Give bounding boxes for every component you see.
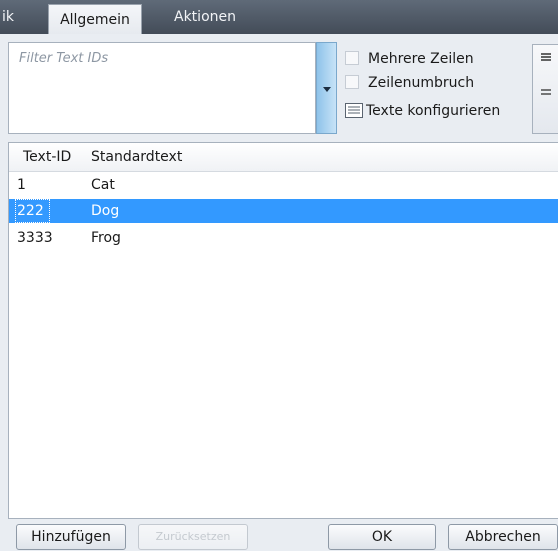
tab-strip: ik Allgemein Aktionen: [0, 0, 558, 34]
text-grid: Text-ID Standardtext 1 Cat 222 Dog 3333 …: [8, 142, 558, 519]
cell-text-id[interactable]: 222: [15, 199, 50, 223]
table-row[interactable]: 1 Cat: [9, 173, 558, 197]
table-row-selected[interactable]: 222 Dog: [9, 199, 558, 223]
reset-button[interactable]: Zurücksetzen: [138, 524, 248, 550]
side-toolbar-button[interactable]: [532, 44, 558, 134]
ok-button[interactable]: OK: [328, 524, 436, 550]
cell-standard-text: Dog: [91, 203, 120, 219]
text-list-icon: [345, 103, 363, 118]
cancel-button[interactable]: Abbrechen: [448, 524, 558, 550]
column-header-standard-text[interactable]: Standardtext: [91, 143, 182, 171]
filter-box: [8, 42, 316, 134]
multiline-checkbox[interactable]: [345, 51, 359, 65]
list-icon: [541, 53, 551, 61]
tab-partial[interactable]: ik: [0, 0, 42, 34]
wrap-checkbox-row[interactable]: Zeilenumbruch: [345, 73, 474, 93]
cell-text-id: 1: [17, 177, 26, 193]
configure-texts-button[interactable]: Texte konfigurieren: [345, 101, 500, 121]
grid-header: Text-ID Standardtext: [9, 143, 558, 172]
multiline-label: Mehrere Zeilen: [368, 51, 474, 67]
cell-standard-text: Cat: [91, 177, 115, 193]
equals-icon: [541, 89, 551, 95]
column-header-text-id[interactable]: Text-ID: [23, 143, 71, 171]
wrap-label: Zeilenumbruch: [368, 75, 475, 91]
cell-standard-text: Frog: [91, 230, 121, 246]
cell-text-id: 3333: [17, 230, 53, 246]
table-row[interactable]: 3333 Frog: [9, 226, 558, 250]
multiline-checkbox-row[interactable]: Mehrere Zeilen: [345, 49, 474, 69]
filter-dropdown-button[interactable]: [316, 42, 337, 134]
wrap-checkbox[interactable]: [345, 75, 359, 89]
tab-aktionen[interactable]: Aktionen: [160, 0, 250, 34]
add-button[interactable]: Hinzufügen: [16, 524, 126, 550]
filter-input[interactable]: [9, 43, 315, 133]
tab-allgemein[interactable]: Allgemein: [48, 4, 142, 34]
configure-texts-label: Texte konfigurieren: [366, 103, 501, 119]
chevron-down-icon: [323, 87, 331, 92]
